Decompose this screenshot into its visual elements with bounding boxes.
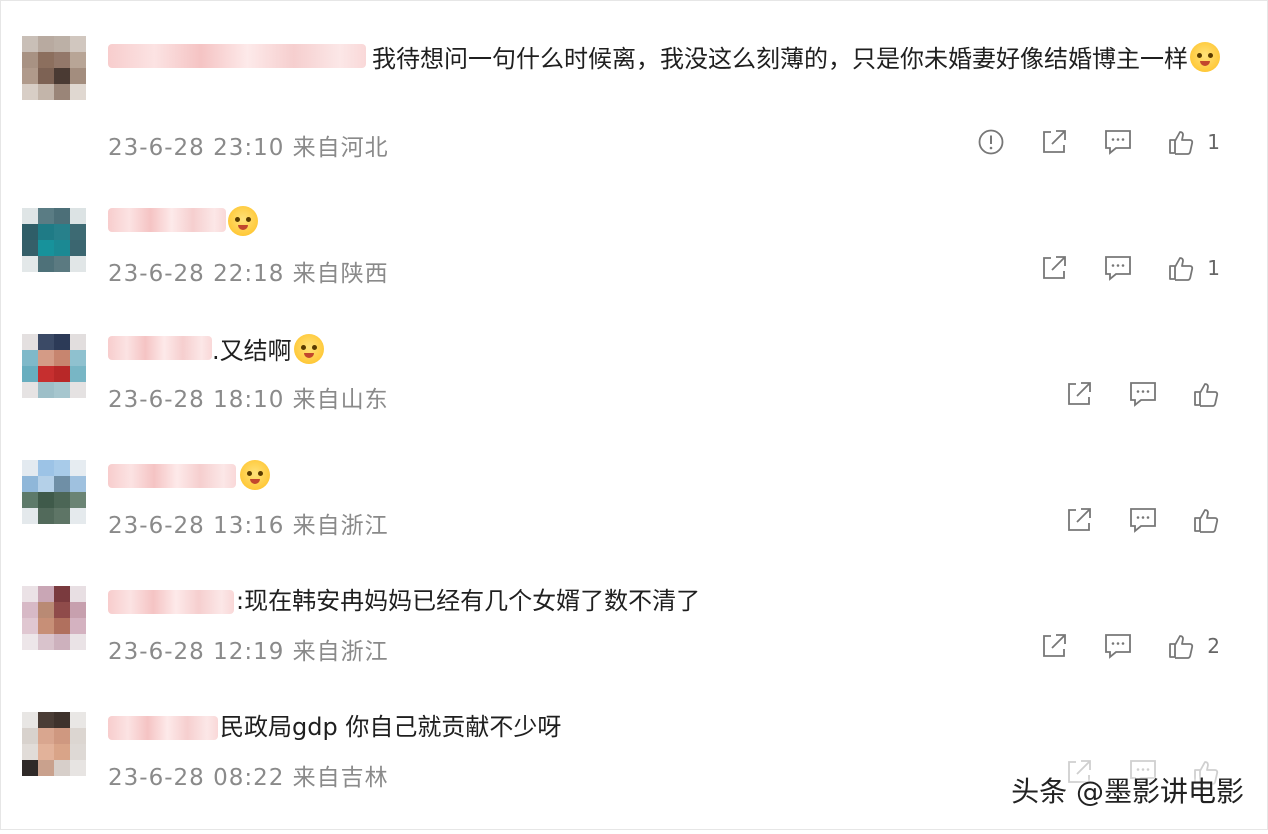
share-icon xyxy=(1043,634,1067,657)
username-blurred[interactable] xyxy=(108,44,366,68)
grin-emoji xyxy=(228,206,258,236)
thumbs-up-icon xyxy=(1169,131,1194,155)
comment-text: :现在韩安冉妈妈已经有几个女婿了数不清了 xyxy=(236,578,700,624)
share-button[interactable] xyxy=(1039,253,1069,283)
like-button[interactable]: 1 xyxy=(1167,254,1220,282)
like-count: 1 xyxy=(1207,256,1220,280)
comment-text: .又结啊 xyxy=(212,328,324,374)
comment-body: .又结啊 xyxy=(212,337,292,365)
comment-button[interactable] xyxy=(1103,128,1133,156)
share-button[interactable] xyxy=(1064,379,1094,409)
avatar[interactable] xyxy=(22,36,86,100)
comment-button[interactable] xyxy=(1103,254,1133,282)
comment-location: 来自山东 xyxy=(292,387,389,413)
thumbs-up-icon xyxy=(1169,635,1194,659)
comment-item: 我待想问一句什么时候离，我没这么刻薄的，只是你未婚妻好像结婚博主一样 23-6-… xyxy=(0,30,1268,161)
comment-date: 23-6-28 22:18 xyxy=(108,261,285,287)
comment-location: 来自河北 xyxy=(292,135,389,161)
comment-meta: 23-6-28 18:10 来自山东 xyxy=(108,380,389,414)
share-icon xyxy=(1043,256,1067,279)
comment-icon xyxy=(1105,256,1132,281)
comment-button[interactable] xyxy=(1128,380,1158,408)
comment-body: 民政局gdp 你自己就贡献不少呀 xyxy=(220,713,562,741)
comment-item: 23-6-28 22:18 来自陕西 1 xyxy=(0,204,1268,330)
comment-location: 来自浙江 xyxy=(292,513,389,539)
like-count: 1 xyxy=(1207,130,1220,154)
comment-meta: 23-6-28 22:18 来自陕西 xyxy=(108,254,389,288)
like-button[interactable]: 1 xyxy=(1167,128,1220,156)
avatar[interactable] xyxy=(22,208,86,272)
cat-face-emoji xyxy=(293,334,324,364)
like-button[interactable] xyxy=(1192,506,1220,534)
comment-body: 我待想问一句什么时候离，我没这么刻薄的，只是你未婚妻好像结婚博主一样 xyxy=(372,45,1188,73)
comment-date: 23-6-28 12:19 xyxy=(108,639,285,665)
comment-date: 23-6-28 13:16 xyxy=(108,513,285,539)
comment-button[interactable] xyxy=(1128,506,1158,534)
report-icon xyxy=(978,129,1004,155)
comment-date: 23-6-28 08:22 xyxy=(108,765,285,791)
avatar[interactable] xyxy=(22,712,86,776)
thumbs-up-icon xyxy=(1194,383,1219,407)
share-icon xyxy=(1043,130,1067,153)
comment-location: 来自浙江 xyxy=(292,639,389,665)
comment-meta: 23-6-28 13:16 来自浙江 xyxy=(108,506,389,540)
like-count: 2 xyxy=(1207,634,1220,658)
comment-text xyxy=(226,200,258,246)
watermark: 头条 @墨影讲电影 xyxy=(1011,775,1244,808)
report-button[interactable] xyxy=(977,128,1005,156)
comment-date: 23-6-28 23:10 xyxy=(108,135,285,161)
comment-icon xyxy=(1130,382,1156,407)
username-blurred[interactable] xyxy=(108,590,234,614)
comment-actions xyxy=(1030,504,1220,536)
avatar[interactable] xyxy=(22,460,86,524)
comment-meta: 23-6-28 23:10 来自河北 xyxy=(108,128,389,162)
comment-location: 来自吉林 xyxy=(292,765,389,791)
comment-text: 民政局gdp 你自己就贡献不少呀 xyxy=(220,704,561,750)
comment-meta: 23-6-28 08:22 来自吉林 xyxy=(108,758,389,792)
share-icon xyxy=(1068,382,1091,405)
comment-actions xyxy=(1030,378,1220,410)
comment-date: 23-6-28 18:10 xyxy=(108,387,285,413)
like-button[interactable] xyxy=(1192,380,1220,408)
share-icon xyxy=(1068,508,1091,531)
comment-icon xyxy=(1130,508,1156,533)
avatar[interactable] xyxy=(22,586,86,650)
thumbs-up-icon xyxy=(1194,509,1219,533)
comment-item: .又结啊 23-6-28 18:10 来自山东 xyxy=(0,330,1268,456)
share-button[interactable] xyxy=(1039,127,1069,157)
comment-location: 来自陕西 xyxy=(292,261,389,287)
comment-text xyxy=(238,454,270,500)
username-blurred[interactable] xyxy=(108,464,236,488)
cat-face-emoji xyxy=(1190,42,1220,72)
comment-icon xyxy=(1105,634,1132,659)
username-blurred[interactable] xyxy=(108,336,212,360)
comment-text: 我待想问一句什么时候离，我没这么刻薄的，只是你未婚妻好像结婚博主一样 xyxy=(372,36,1222,82)
comment-button[interactable] xyxy=(1103,632,1133,660)
username-blurred[interactable] xyxy=(108,208,226,232)
comment-body: :现在韩安冉妈妈已经有几个女婿了数不清了 xyxy=(236,587,701,615)
comment-actions: 2 xyxy=(1005,630,1220,662)
share-button[interactable] xyxy=(1039,631,1069,661)
comment-actions: 1 xyxy=(1005,252,1220,284)
comment-item: 23-6-28 13:16 来自浙江 xyxy=(0,456,1268,582)
thumbs-up-icon xyxy=(1169,257,1194,281)
comment-meta: 23-6-28 12:19 来自浙江 xyxy=(108,632,389,666)
username-blurred[interactable] xyxy=(108,716,218,740)
comment-icon xyxy=(1105,130,1132,155)
share-button[interactable] xyxy=(1064,505,1094,535)
comment-actions: 1 xyxy=(943,126,1220,158)
comment-item: :现在韩安冉妈妈已经有几个女婿了数不清了 23-6-28 12:19 来自浙江 … xyxy=(0,582,1268,708)
like-button[interactable]: 2 xyxy=(1167,632,1220,660)
avatar[interactable] xyxy=(22,334,86,398)
laugh-cry-emoji xyxy=(240,460,270,490)
